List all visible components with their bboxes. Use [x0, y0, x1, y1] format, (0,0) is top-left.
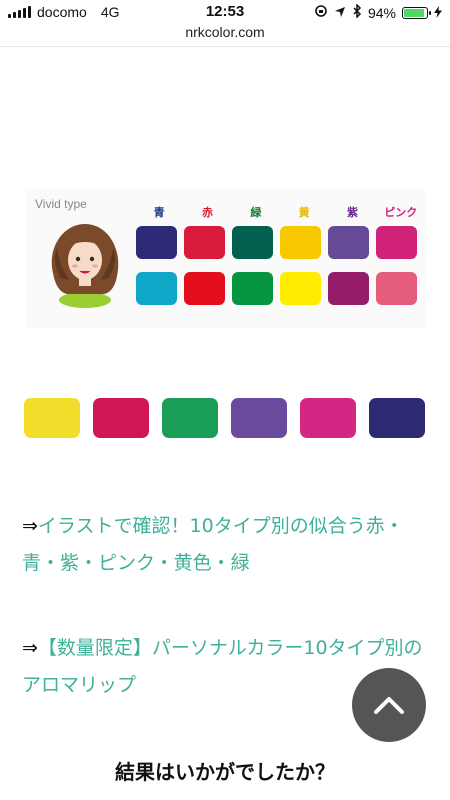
vivid-type-label: Vivid type	[35, 197, 87, 211]
status-right: 94%	[314, 3, 442, 21]
palette-swatch	[232, 272, 273, 305]
color-swatch	[300, 398, 356, 438]
battery-icon	[402, 6, 431, 19]
url-text: nrkcolor.com	[185, 24, 265, 40]
charging-icon	[434, 5, 442, 21]
color-swatch	[93, 398, 149, 438]
column-label: 黄	[298, 206, 310, 219]
palette-swatch	[184, 226, 225, 259]
palette-swatch	[376, 226, 417, 259]
palette-swatch	[232, 226, 273, 259]
palette-row-1	[136, 226, 417, 259]
browser-url-bar[interactable]: nrkcolor.com	[0, 24, 450, 47]
palette-swatch	[328, 272, 369, 305]
column-label: 青	[153, 206, 165, 219]
link-text[interactable]: イラストで確認！10タイプ別の似合う赤・青・紫・ピンク・黄色・緑	[22, 515, 404, 574]
column-label: 緑	[250, 206, 262, 219]
battery-percent: 94%	[367, 4, 396, 21]
illustration-check-link[interactable]: ⇒イラストで確認！10タイプ別の似合う赤・青・紫・ピンク・黄色・緑	[22, 508, 432, 582]
color-column-labels: 青 赤 緑 黄 紫 ピンク	[135, 204, 425, 220]
palette-swatch	[328, 226, 369, 259]
palette-swatch	[280, 272, 321, 305]
color-swatch	[369, 398, 425, 438]
chevron-up-icon	[374, 697, 404, 714]
bluetooth-icon	[352, 3, 362, 21]
status-bar: docomo 4G 12:53 94%	[0, 0, 450, 24]
illustrated-girl-avatar	[51, 224, 119, 308]
column-label: ピンク	[384, 206, 418, 219]
color-swatch	[24, 398, 80, 438]
arrow-icon: ⇒	[22, 515, 38, 537]
palette-swatch	[184, 272, 225, 305]
palette-swatch	[136, 226, 177, 259]
palette-row-2	[136, 272, 417, 305]
palette-swatch	[376, 272, 417, 305]
column-label: 紫	[346, 206, 358, 219]
palette-swatch	[136, 272, 177, 305]
vivid-type-palette-image: Vivid type 青 赤 緑 黄 紫 ピンク	[25, 188, 425, 328]
color-swatch-row	[24, 398, 425, 438]
orientation-lock-icon	[314, 4, 328, 21]
location-icon	[334, 5, 346, 21]
arrow-icon: ⇒	[22, 637, 38, 659]
column-label: 赤	[201, 206, 213, 219]
color-swatch	[162, 398, 218, 438]
palette-swatch	[280, 226, 321, 259]
color-swatch	[231, 398, 287, 438]
result-heading: 結果はいかがでしたか？	[115, 760, 335, 784]
scroll-to-top-button[interactable]	[352, 668, 426, 742]
